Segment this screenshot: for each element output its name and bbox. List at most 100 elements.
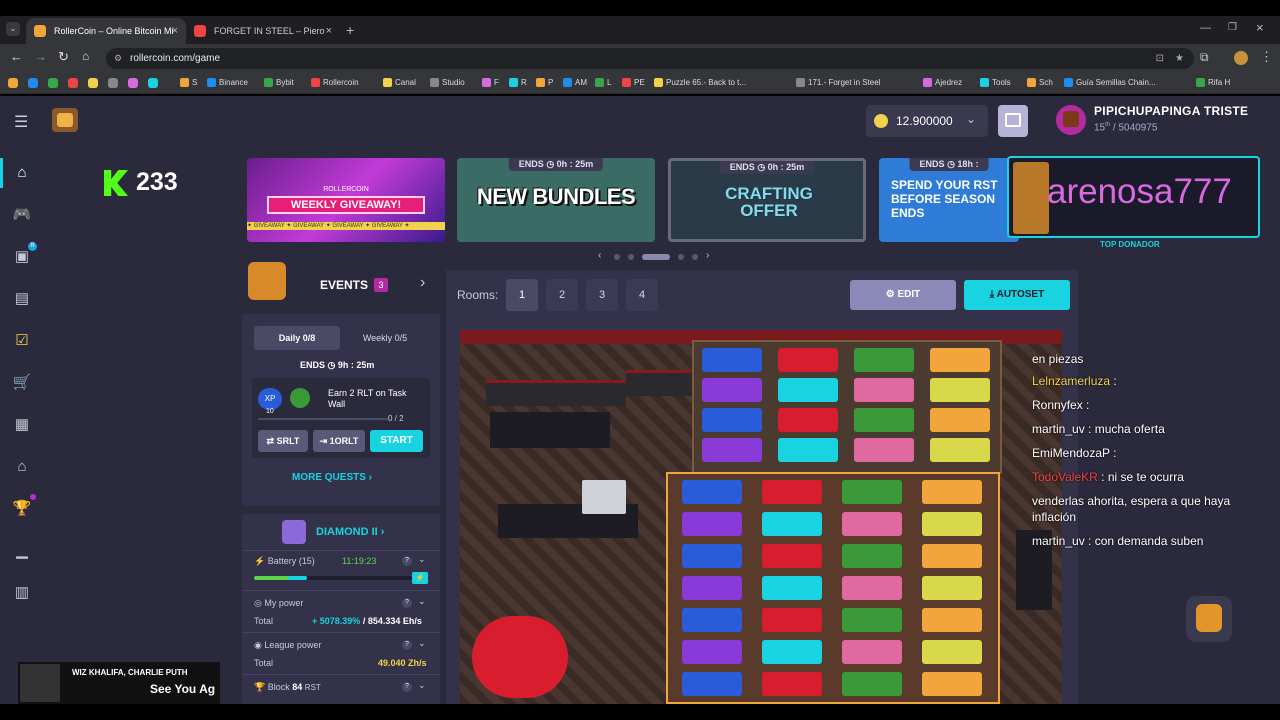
info-icon[interactable]: ? <box>402 640 412 650</box>
miner[interactable] <box>762 544 822 568</box>
news-nav-icon[interactable]: ▥ <box>12 584 32 602</box>
miner[interactable] <box>762 672 822 696</box>
hamburger-menu-icon[interactable]: ☰ <box>14 112 28 132</box>
miner[interactable] <box>842 608 902 632</box>
bookmark-item[interactable]: Puzzle 65.- Back to t... <box>654 76 746 90</box>
maximize-icon[interactable]: ❐ <box>1228 22 1237 33</box>
miner[interactable] <box>930 378 990 402</box>
extensions-icon[interactable]: ⧉ <box>1200 50 1209 65</box>
bookmark-shortcut-icon[interactable] <box>108 78 118 88</box>
bookmark-item[interactable]: Guía Semillas Chain... <box>1064 76 1156 90</box>
tab-search-icon[interactable]: ⌄ <box>6 22 20 36</box>
miner[interactable] <box>702 438 762 462</box>
tab-weekly[interactable]: Weekly 0/5 <box>342 326 428 350</box>
srlt-button[interactable]: ⇄ SRLT <box>258 430 308 452</box>
bookmark-item[interactable]: S <box>180 76 197 90</box>
site-info-icon[interactable]: ⚙ <box>114 48 122 69</box>
miner[interactable] <box>922 512 982 536</box>
bookmark-item[interactable]: Binance <box>207 76 248 90</box>
wallet-button[interactable] <box>998 105 1028 137</box>
bookmark-item[interactable]: Tools <box>980 76 1011 90</box>
game-nav-icon[interactable]: 🎮 <box>12 206 32 224</box>
carousel-dot[interactable] <box>628 254 634 260</box>
start-button[interactable]: START <box>370 430 423 452</box>
carousel-prev-icon[interactable]: ‹ <box>598 250 601 261</box>
bookmark-item[interactable]: R <box>509 76 527 90</box>
bookmark-item[interactable]: Canal <box>383 76 416 90</box>
more-quests-link[interactable]: MORE QUESTS › <box>292 472 372 483</box>
bookmark-item[interactable]: Studio <box>430 76 465 90</box>
miner[interactable] <box>682 480 742 504</box>
new-tab-icon[interactable]: + <box>346 22 354 38</box>
banner-new-bundles[interactable]: ENDS ◷ 0h : 25m NEW BUNDLES <box>457 158 655 242</box>
room-4-button[interactable]: 4 <box>626 279 658 311</box>
bookmark-shortcut-icon[interactable] <box>68 78 78 88</box>
tab-rollercoin[interactable]: RollerCoin – Online Bitcoin Mi × <box>26 18 186 44</box>
help-mascot-button[interactable] <box>1186 596 1232 642</box>
bookmark-item[interactable]: Rifa H <box>1196 76 1230 90</box>
carousel-dot[interactable] <box>678 254 684 260</box>
miner[interactable] <box>842 480 902 504</box>
bookmark-shortcut-icon[interactable] <box>148 78 158 88</box>
events-header[interactable]: EVENTS 3 › <box>242 260 440 308</box>
miner[interactable] <box>778 348 838 372</box>
username[interactable]: PIPICHUPAPINGA TRISTE <box>1094 104 1248 118</box>
miner[interactable] <box>854 438 914 462</box>
miner[interactable] <box>682 640 742 664</box>
miner[interactable] <box>778 378 838 402</box>
bookmark-item[interactable]: Sch <box>1027 76 1053 90</box>
1orlt-button[interactable]: ⇥ 1ORLT <box>313 430 365 452</box>
bookmark-item[interactable]: F <box>482 76 499 90</box>
trophy-nav-icon[interactable]: 🏆 <box>12 500 32 518</box>
miner[interactable] <box>778 408 838 432</box>
miner[interactable] <box>762 480 822 504</box>
tasks-nav-icon[interactable]: ☑ <box>12 332 32 350</box>
bank-nav-icon[interactable]: ⌂ <box>12 458 32 476</box>
bookmark-item[interactable]: P <box>536 76 553 90</box>
bookmark-shortcut-icon[interactable] <box>128 78 138 88</box>
close-tab-icon[interactable]: × <box>172 18 178 44</box>
back-icon[interactable]: ← <box>10 49 23 64</box>
miner[interactable] <box>922 544 982 568</box>
bookmark-shortcut-icon[interactable] <box>28 78 38 88</box>
banner-crafting-offer[interactable]: ENDS ◷ 0h : 25m CRAFTING OFFER <box>668 158 866 242</box>
rewards-nav-icon[interactable]: ▣ <box>12 248 32 266</box>
address-bar[interactable]: ⚙ rollercoin.com/game ⊡ ★ <box>106 48 1194 69</box>
forward-icon[interactable]: → <box>34 49 47 64</box>
miner[interactable] <box>922 608 982 632</box>
miner[interactable] <box>842 576 902 600</box>
home-icon[interactable]: ⌂ <box>82 49 89 63</box>
info-icon[interactable]: ? <box>402 598 412 608</box>
minimize-icon[interactable]: — <box>1200 22 1211 34</box>
stats-nav-icon[interactable]: ▁ <box>12 542 32 560</box>
league-link[interactable]: DIAMOND II › <box>316 526 384 538</box>
miner[interactable] <box>682 608 742 632</box>
bookmark-shortcut-icon[interactable] <box>48 78 58 88</box>
miner[interactable] <box>682 576 742 600</box>
close-tab-icon[interactable]: × <box>326 18 332 44</box>
bookmark-star-icon[interactable]: ★ <box>1175 48 1184 69</box>
miner[interactable] <box>922 480 982 504</box>
profile-avatar-icon[interactable] <box>1234 51 1248 65</box>
miner[interactable] <box>842 640 902 664</box>
home-nav-icon[interactable]: ⌂ <box>12 164 32 182</box>
chevron-down-icon[interactable]: ⌄ <box>418 596 426 607</box>
bookmark-item[interactable]: PE <box>622 76 645 90</box>
banner-spend-rst[interactable]: ENDS ◷ 18h : SPEND YOUR RST BEFORE SEASO… <box>879 158 1019 242</box>
bookmark-shortcut-icon[interactable] <box>88 78 98 88</box>
inventory-nav-icon[interactable]: ▤ <box>12 290 32 308</box>
miner[interactable] <box>854 408 914 432</box>
miner[interactable] <box>682 672 742 696</box>
miner[interactable] <box>854 378 914 402</box>
miner[interactable] <box>682 512 742 536</box>
miner[interactable] <box>762 512 822 536</box>
miner[interactable] <box>922 576 982 600</box>
carousel-next-icon[interactable]: › <box>706 250 709 261</box>
miner[interactable] <box>842 512 902 536</box>
autoset-button[interactable]: ⤓ AUTOSET <box>964 280 1070 310</box>
edit-button[interactable]: ⚙ EDIT <box>850 280 956 310</box>
miner[interactable] <box>762 640 822 664</box>
bookmark-item[interactable]: Rollercoin <box>311 76 359 90</box>
bookmark-item[interactable]: Ajedrez <box>923 76 962 90</box>
miner[interactable] <box>842 672 902 696</box>
